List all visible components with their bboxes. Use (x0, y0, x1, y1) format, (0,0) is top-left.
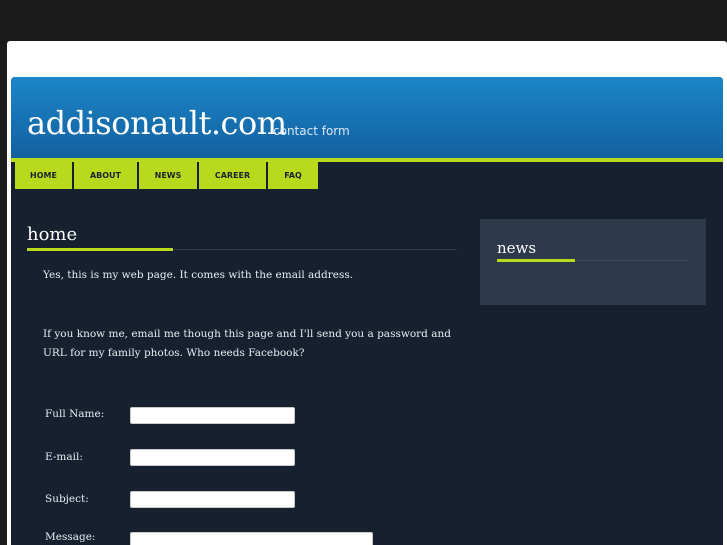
intro-paragraph: Yes, this is my web page. It comes with … (43, 269, 354, 281)
email-label: E-mail: (45, 451, 83, 463)
main-nav: HOME ABOUT NEWS CAREER FAQ (15, 162, 320, 189)
site-subtitle: contact form (273, 124, 350, 138)
title-accent-bar (27, 248, 173, 251)
nav-item-faq[interactable]: FAQ (268, 162, 318, 189)
nav-item-home[interactable]: HOME (15, 162, 72, 189)
site-header: addisonault.com contact form (11, 77, 723, 158)
email-input[interactable] (130, 449, 295, 466)
subject-input[interactable] (130, 491, 295, 508)
site-container: addisonault.com contact form HOME ABOUT … (11, 77, 723, 545)
nav-item-career[interactable]: CAREER (199, 162, 266, 189)
sidebar-heading: news (497, 239, 537, 257)
nav-item-news[interactable]: NEWS (139, 162, 197, 189)
nav-item-about[interactable]: ABOUT (74, 162, 137, 189)
message-textarea[interactable] (130, 532, 373, 545)
site-title[interactable]: addisonault.com (27, 104, 287, 142)
subject-label: Subject: (45, 493, 89, 505)
sidebar-accent-bar (497, 259, 575, 262)
page-title: home (27, 224, 78, 245)
full-name-input[interactable] (130, 407, 295, 424)
news-sidebar: news (480, 219, 706, 305)
full-name-label: Full Name: (45, 408, 105, 420)
message-label: Message: (45, 531, 96, 543)
info-paragraph: If you know me, email me though this pag… (43, 328, 451, 359)
